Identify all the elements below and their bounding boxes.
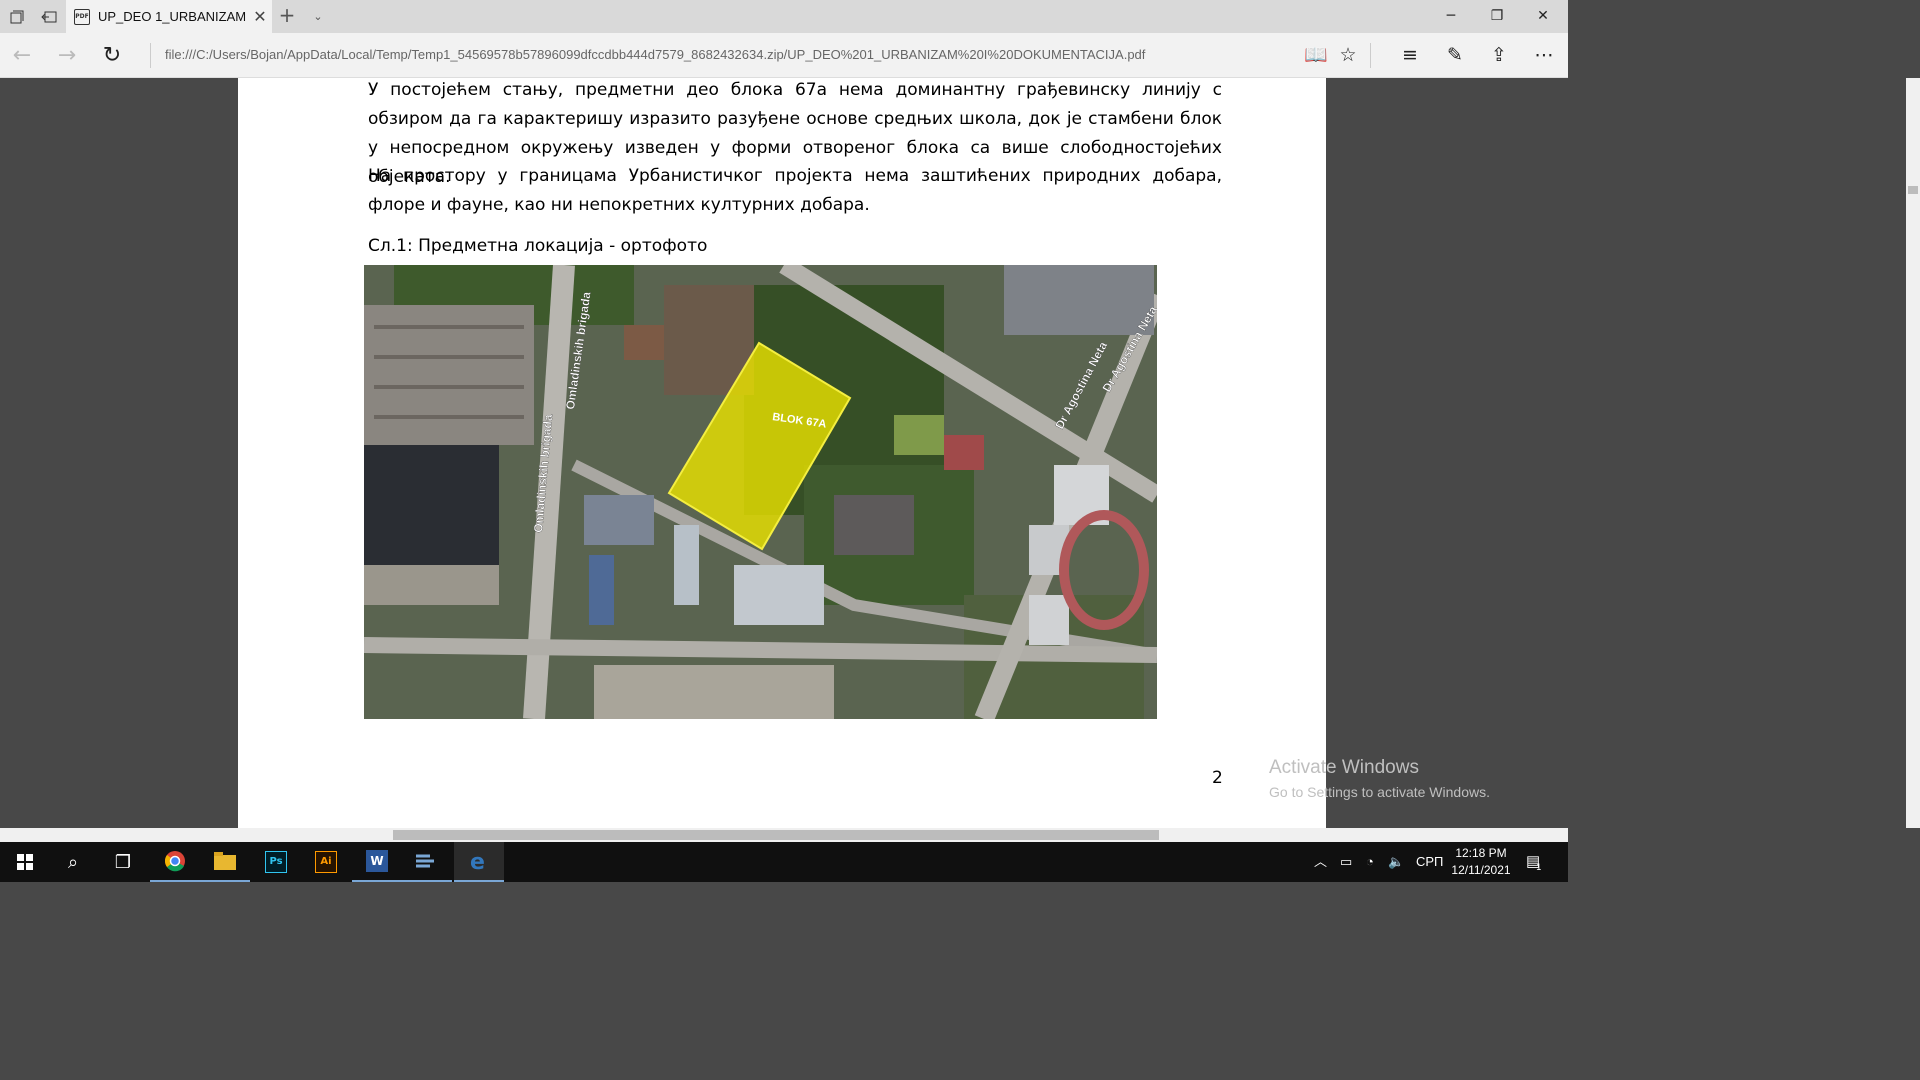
notification-count: 1	[1536, 862, 1542, 872]
more-icon[interactable]: ⋯	[1524, 33, 1564, 78]
orthophoto-map: BLOK 67A Omladinskih brigada Omladinskih…	[364, 265, 1157, 719]
scroll-thumb[interactable]	[393, 830, 1159, 840]
clock-time: 12:18 PM	[1455, 846, 1507, 860]
chevron-down-icon[interactable]: ⌄	[309, 0, 327, 33]
pdf-viewer[interactable]: У постојећем стању, предметни део блока …	[0, 78, 1568, 828]
tab-active[interactable]: PDF UP_DEO 1_URBANIZAM ✕	[66, 0, 272, 33]
divider	[1370, 43, 1371, 68]
clock[interactable]: 12:18 PM 12/11/2021	[1446, 845, 1516, 879]
illustrator-icon[interactable]: Ai	[301, 842, 351, 882]
pdf-page: У постојећем стању, предметни део блока …	[238, 78, 1326, 828]
tab-title: UP_DEO 1_URBANIZAM	[98, 9, 247, 24]
language-indicator[interactable]: СРП	[1416, 842, 1443, 882]
minimize-icon[interactable]: ─	[1428, 0, 1474, 33]
hub-icon[interactable]: ≡	[1390, 33, 1430, 78]
horizontal-scrollbar[interactable]	[0, 828, 1568, 842]
tab-bar: PDF UP_DEO 1_URBANIZAM ✕ + ⌄ ─ ❐ ✕	[0, 0, 1568, 33]
favorite-star-icon[interactable]: ☆	[1328, 33, 1368, 78]
figure-caption: Сл.1: Предметна локација - ортофото	[368, 236, 708, 256]
web-note-icon[interactable]: ✎	[1435, 33, 1475, 78]
search-icon[interactable]: ⌕	[48, 842, 98, 882]
activate-windows-title: Activate Windows	[1269, 757, 1419, 778]
clock-date: 12/11/2021	[1451, 863, 1511, 877]
file-explorer-icon[interactable]	[200, 842, 250, 882]
close-tab-icon[interactable]: ✕	[248, 7, 272, 26]
restore-icon[interactable]: ❐	[1474, 0, 1520, 33]
windows-start-icon[interactable]	[0, 842, 50, 882]
edge-icon[interactable]: e	[454, 842, 504, 882]
page-number: 2	[1212, 768, 1223, 788]
refresh-icon[interactable]: ↻	[90, 33, 134, 78]
svg-text:e: e	[470, 850, 485, 872]
close-window-icon[interactable]: ✕	[1520, 0, 1566, 33]
forward-icon[interactable]: →	[45, 33, 89, 78]
set-aside-tabs-icon[interactable]	[32, 0, 65, 33]
url-field[interactable]: file:///C:/Users/Bojan/AppData/Local/Tem…	[165, 47, 1145, 62]
app-icon[interactable]	[402, 842, 452, 882]
paragraph-2: На простору у границама Урбанистичког пр…	[368, 166, 1222, 215]
pdf-icon: PDF	[74, 8, 90, 25]
battery-icon[interactable]: ▭	[1340, 842, 1352, 882]
back-icon[interactable]: ←	[0, 33, 44, 78]
vertical-scrollbar[interactable]	[1906, 78, 1920, 828]
volume-icon[interactable]: 🔈	[1388, 842, 1404, 882]
scroll-thumb[interactable]	[1908, 186, 1918, 194]
show-hidden-icons-icon[interactable]: ︿	[1314, 842, 1327, 882]
notification-icon[interactable]: ▤1	[1526, 842, 1545, 882]
divider	[150, 43, 151, 68]
new-tab-icon[interactable]: +	[277, 0, 297, 33]
task-view-icon[interactable]: ❐	[98, 842, 148, 882]
activate-windows-subtitle: Go to Settings to activate Windows.	[1269, 784, 1490, 800]
photoshop-icon[interactable]: Ps	[251, 842, 301, 882]
chrome-icon[interactable]	[150, 842, 200, 882]
tab-actions-icon[interactable]	[0, 0, 33, 33]
taskbar: ⌕ ❐ Ps Ai W e ︿ ▭ ◔ 🔈 СРП 12:18 PM 12/11…	[0, 842, 1568, 882]
wifi-icon[interactable]: ◔	[1366, 842, 1374, 882]
address-bar: ← → ↻ file:///C:/Users/Bojan/AppData/Loc…	[0, 33, 1568, 78]
word-icon[interactable]: W	[352, 842, 402, 882]
share-icon[interactable]: ⇪	[1479, 33, 1519, 78]
